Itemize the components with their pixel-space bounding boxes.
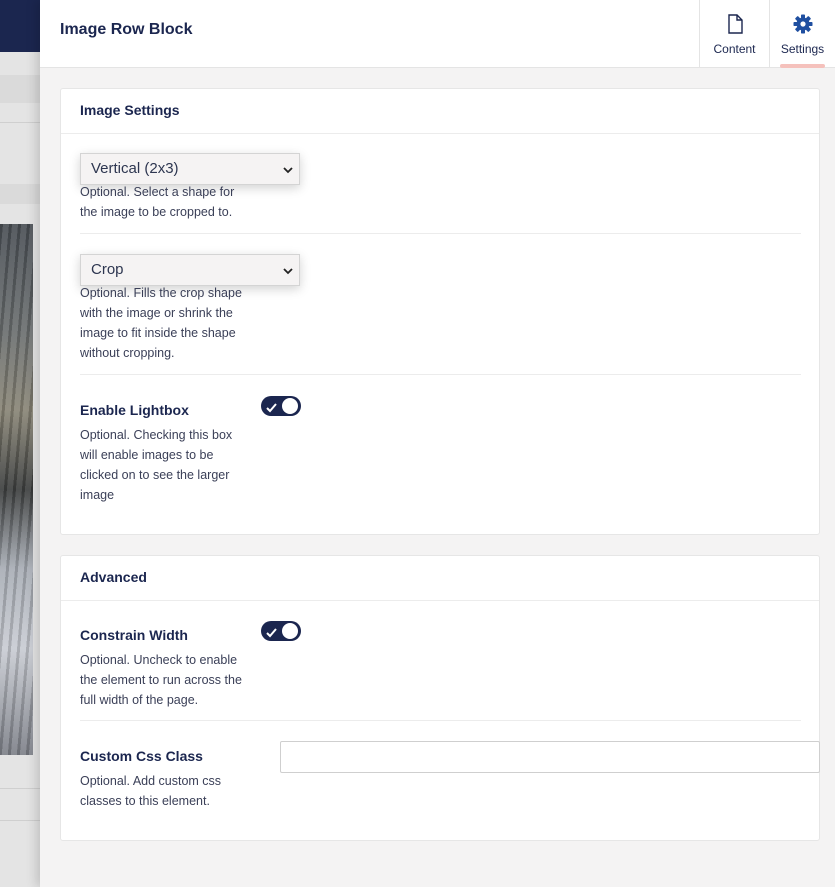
check-icon (266, 625, 277, 643)
lightbox-description: Optional. Checking this box will enable … (80, 428, 233, 502)
constrain-width-property: Constrain Width Optional. Uncheck to ena… (80, 620, 801, 721)
toggle-knob (282, 398, 298, 414)
crop-mode-description: Optional. Fills the crop shape with the … (80, 286, 242, 360)
settings-panel: Image Row Block Content Settings Image S… (40, 0, 835, 887)
image-settings-card: Image Settings Vertical (2x3) Optional. … (60, 88, 820, 535)
tab-settings[interactable]: Settings (769, 0, 835, 68)
crop-mode-property: Crop Optional. Fills the crop shape with… (80, 254, 801, 375)
lightbox-property: Enable Lightbox Optional. Checking this … (80, 395, 801, 515)
background-divider (0, 788, 40, 789)
panel-title: Image Row Block (60, 21, 193, 38)
custom-css-input[interactable] (280, 741, 820, 773)
lightbox-label: Enable Lightbox (80, 402, 189, 418)
background-photo (0, 224, 33, 755)
background-page (0, 0, 40, 887)
custom-css-property: Custom Css Class Optional. Add custom cs… (80, 721, 820, 821)
constrain-width-toggle[interactable] (261, 621, 301, 641)
chevron-down-icon (283, 162, 293, 174)
constrain-width-label: Constrain Width (80, 627, 188, 643)
image-settings-title: Image Settings (61, 89, 819, 134)
crop-shape-value: Vertical (2x3) (91, 160, 179, 177)
advanced-title: Advanced (61, 556, 819, 601)
crop-shape-select[interactable]: Vertical (2x3) (80, 153, 300, 185)
background-band (0, 75, 40, 103)
crop-mode-select[interactable]: Crop (80, 254, 300, 286)
background-divider (0, 122, 40, 123)
constrain-width-description: Optional. Uncheck to enable the element … (80, 653, 242, 707)
background-divider (0, 820, 40, 821)
crop-shape-description: Optional. Select a shape for the image t… (80, 185, 235, 219)
custom-css-label: Custom Css Class (80, 748, 203, 764)
gear-icon (793, 14, 813, 39)
custom-css-description: Optional. Add custom css classes to this… (80, 774, 222, 808)
crop-shape-property: Vertical (2x3) Optional. Select a shape … (80, 153, 801, 234)
panel-header: Image Row Block Content Settings (40, 0, 835, 68)
background-topbar (0, 0, 40, 52)
advanced-card: Advanced Constrain Width Optional. Unche… (60, 555, 820, 841)
document-icon (727, 14, 743, 39)
check-icon (266, 400, 277, 418)
tab-content-label: Content (713, 42, 756, 56)
tab-settings-label: Settings (780, 42, 825, 56)
background-band (0, 184, 40, 204)
lightbox-toggle[interactable] (261, 396, 301, 416)
toggle-knob (282, 623, 298, 639)
tab-content[interactable]: Content (699, 0, 769, 68)
chevron-down-icon (283, 263, 293, 275)
crop-mode-value: Crop (91, 261, 124, 278)
